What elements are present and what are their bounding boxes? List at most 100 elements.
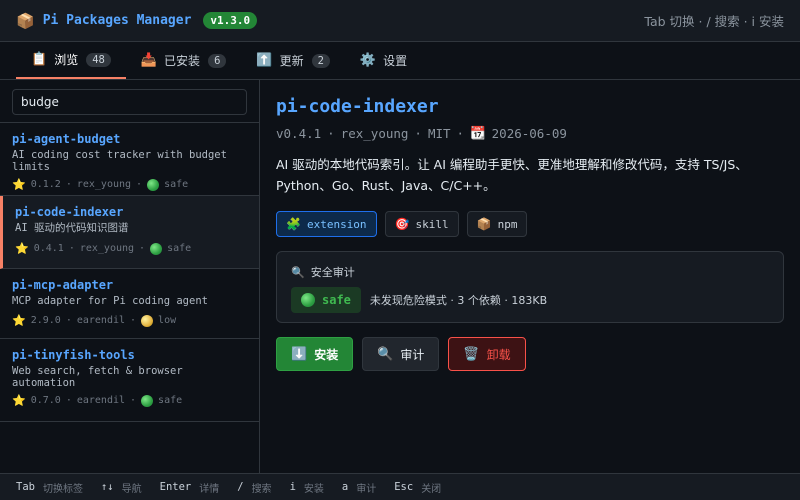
separator: · xyxy=(68,243,75,254)
risk-level: safe xyxy=(158,395,183,406)
risk-level: safe xyxy=(164,179,189,190)
star-icon: ⭐ xyxy=(12,314,26,327)
star-icon: ⭐ xyxy=(15,242,29,255)
package-meta: ⭐ 0.7.0 · earendil · safe xyxy=(12,394,247,407)
separator: · xyxy=(130,315,137,326)
package-author: rex_young xyxy=(79,243,135,254)
keybinding-footer: Tab 切换标签 ↑↓ 导航 Enter 详情 / 搜索 i 安装 a 审计 E… xyxy=(0,473,800,500)
separator: · xyxy=(65,179,72,190)
key-description: 审计 xyxy=(356,483,377,495)
security-audit-card: 🔍 安全审计 safe 未发现危险模式 · 3 个依赖 · 183KB xyxy=(276,251,784,323)
puzzle-icon: 🧩 xyxy=(286,217,301,231)
green-dot-icon xyxy=(150,242,163,255)
button-label: 安装 xyxy=(314,347,339,362)
separator: · xyxy=(136,179,143,190)
tag-extension[interactable]: 🧩 extension xyxy=(276,211,377,237)
audit-result: safe 未发现危险模式 · 3 个依赖 · 183KB xyxy=(291,287,769,313)
package-list-item[interactable]: pi-tinyfish-tools Web search, fetch & br… xyxy=(0,339,259,422)
detail-description: AI 驱动的本地代码索引。让 AI 编程助手更快、更准地理解和修改代码，支持 T… xyxy=(276,157,748,193)
tab-count: 2 xyxy=(311,53,330,68)
package-author: earendil xyxy=(76,315,126,326)
package-icon: 📦 xyxy=(16,11,35,30)
detail-meta: v0.4.1 · rex_young · MIT · 📆 2026-06-09 xyxy=(276,125,784,141)
separator: · xyxy=(327,125,335,141)
package-version: 2.9.0 xyxy=(30,315,61,326)
tab-count: 6 xyxy=(208,53,227,68)
key-hint: Enter xyxy=(159,481,192,493)
tab-settings[interactable]: ⚙️ 设置 xyxy=(345,42,422,79)
button-label: 卸载 xyxy=(486,347,511,362)
separator: · xyxy=(456,125,465,141)
package-description: Web search, fetch & browser automation xyxy=(12,365,183,389)
separator: · xyxy=(65,315,72,326)
key-hint: a xyxy=(341,481,349,493)
separator: · xyxy=(414,125,422,141)
tab-installed[interactable]: 📥 已安装 6 xyxy=(126,42,242,79)
tab-updates[interactable]: ⬆️ 更新 2 xyxy=(241,42,345,79)
tab-bar: 📋 浏览 48 📥 已安装 6 ⬆️ 更新 2 ⚙️ 设置 xyxy=(0,42,800,80)
detail-version: v0.4.1 xyxy=(276,125,322,141)
detail-author: rex_young xyxy=(340,125,409,141)
tab-label: 已安装 xyxy=(164,54,201,68)
separator: · xyxy=(130,395,137,406)
risk-level: low xyxy=(158,315,177,326)
package-list-item[interactable]: pi-agent-budget AI coding cost tracker w… xyxy=(0,123,259,196)
status-badge: safe xyxy=(291,287,361,313)
detail-package-name: pi-code-indexer xyxy=(276,96,439,117)
risk-level: safe xyxy=(167,243,192,254)
target-icon: 🎯 xyxy=(394,217,410,231)
package-list-item-selected[interactable]: pi-code-indexer AI 驱动的代码知识图谱 ⭐ 0.4.1 · r… xyxy=(0,196,259,269)
package-author: earendil xyxy=(76,395,126,406)
key-description: 关闭 xyxy=(421,483,442,495)
tag-skill[interactable]: 🎯 skill xyxy=(384,211,459,237)
tag-label: npm xyxy=(497,217,518,231)
calendar-icon: 📆 xyxy=(470,125,486,140)
search-bar xyxy=(0,80,259,123)
package-description: AI 驱动的代码知识图谱 xyxy=(15,222,129,234)
search-input[interactable] xyxy=(12,89,247,115)
package-detail-panel: pi-code-indexer v0.4.1 · rex_young · MIT… xyxy=(261,80,800,473)
tab-label: 浏览 xyxy=(54,53,79,67)
audit-title: 安全审计 xyxy=(310,266,355,279)
package-version: 0.4.1 xyxy=(33,243,64,254)
package-meta: ⭐ 0.1.2 · rex_young · safe xyxy=(12,178,247,191)
magnifier-icon: 🔍 xyxy=(291,265,305,279)
separator: · xyxy=(65,395,72,406)
install-button[interactable]: ⬇️ 安装 xyxy=(276,337,354,371)
key-description: 搜索 xyxy=(251,483,272,495)
audit-summary: 未发现危险模式 · 3 个依赖 · 183KB xyxy=(369,294,548,307)
package-description: MCP adapter for Pi coding agent xyxy=(12,295,208,307)
package-version: 0.1.2 xyxy=(30,179,61,190)
package-name: pi-mcp-adapter xyxy=(12,278,114,292)
key-description: 切换标签 xyxy=(42,483,83,495)
tag-npm[interactable]: 📦 npm xyxy=(466,211,528,237)
package-meta: ⭐ 0.4.1 · rex_young · safe xyxy=(15,242,247,255)
magnifier-icon: 🔍 xyxy=(377,346,394,362)
audit-status: safe xyxy=(322,293,351,307)
detail-license: MIT xyxy=(427,125,451,141)
key-description: 导航 xyxy=(121,483,142,495)
key-hint: / xyxy=(237,481,244,493)
package-meta: ⭐ 2.9.0 · earendil · low xyxy=(12,314,247,327)
package-list-item[interactable]: pi-mcp-adapter MCP adapter for Pi coding… xyxy=(0,269,259,339)
app-header: 📦 Pi Packages Manager v1.3.0 Tab 切换 · / … xyxy=(0,0,800,42)
uninstall-button[interactable]: 🗑️ 卸载 xyxy=(448,337,526,371)
inbox-tray-icon: 📥 xyxy=(140,53,158,68)
tag-list: 🧩 extension 🎯 skill 📦 npm xyxy=(276,211,784,237)
keyboard-hints: Tab 切换 · / 搜索 · i 安装 xyxy=(644,14,784,29)
tab-browse[interactable]: 📋 浏览 48 xyxy=(16,42,126,79)
key-description: 安装 xyxy=(303,483,324,495)
green-dot-icon xyxy=(301,293,315,307)
yellow-dot-icon xyxy=(141,314,154,327)
star-icon: ⭐ xyxy=(12,178,26,191)
package-name: pi-tinyfish-tools xyxy=(12,348,135,362)
star-icon: ⭐ xyxy=(12,394,26,407)
package-name: pi-code-indexer xyxy=(15,205,124,219)
detail-date: 2026-06-09 xyxy=(491,125,567,141)
action-buttons: ⬇️ 安装 🔍 审计 🗑️ 卸载 xyxy=(276,337,784,371)
tab-label: 设置 xyxy=(383,54,408,68)
version-badge: v1.3.0 xyxy=(203,12,258,29)
audit-button[interactable]: 🔍 审计 xyxy=(362,337,440,371)
trash-icon: 🗑️ xyxy=(463,346,480,362)
package-author: rex_young xyxy=(76,179,132,190)
